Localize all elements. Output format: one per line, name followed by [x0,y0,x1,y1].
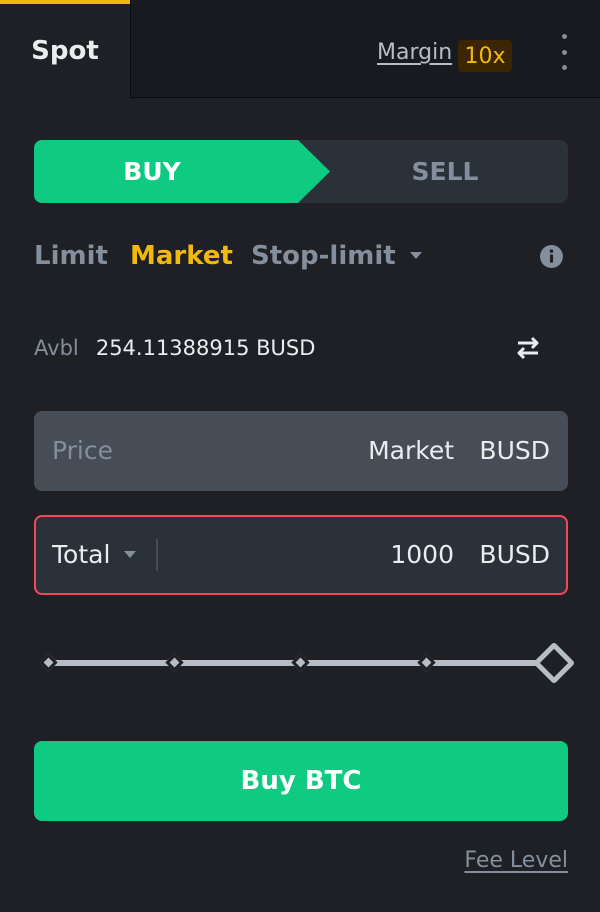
price-value: Market [368,436,454,465]
order-type-stop-limit[interactable]: Stop-limit [251,236,422,276]
price-field: Price Market BUSD [34,411,568,491]
fee-level-link[interactable]: Fee Level [464,848,568,873]
tab-spot-label: Spot [31,36,99,66]
slider-mark-75[interactable] [417,653,436,672]
buy-sell-toggle: BUY SELL [34,140,568,203]
amount-percent-slider[interactable] [34,640,579,686]
total-unit: BUSD [479,540,550,569]
more-vertical-icon[interactable] [556,34,572,70]
trade-mode-tabs: Spot Margin 10x [0,0,600,98]
sell-tab[interactable]: SELL [330,140,568,203]
order-type-limit[interactable]: Limit [34,236,108,276]
transfer-arrows-icon[interactable] [514,334,542,362]
available-label: Avbl [34,336,79,360]
tab-margin-area [130,0,600,98]
caret-down-icon [409,251,422,259]
spot-order-panel: Spot Margin 10x BUY SELL Limit Market St… [0,0,600,912]
leverage-badge[interactable]: 10x [458,40,512,72]
caret-down-icon [124,551,137,558]
order-type-tabs: Limit Market Stop-limit [34,236,568,276]
sell-tab-label: SELL [411,157,479,186]
order-type-market[interactable]: Market [130,236,233,276]
total-field: Total 1000 BUSD [34,515,568,595]
buy-tab-label: BUY [123,157,181,186]
field-divider [156,539,158,571]
buy-tab[interactable]: BUY [34,140,330,203]
slider-mark-0[interactable] [39,653,58,672]
tab-spot[interactable]: Spot [0,0,130,98]
total-input[interactable]: 1000 [390,517,454,593]
buy-btc-button[interactable]: Buy BTC [34,741,568,821]
tab-margin[interactable]: Margin [377,40,452,65]
available-balance-row: Avbl 254.11388915 BUSD [34,332,568,364]
price-label: Price [52,436,113,465]
order-type-stop-limit-label: Stop-limit [251,241,396,271]
price-unit: BUSD [479,436,550,465]
slider-mark-25[interactable] [165,653,184,672]
total-type-label: Total [52,540,111,569]
slider-handle[interactable] [532,641,576,685]
total-type-select[interactable]: Total [52,517,137,593]
slider-mark-50[interactable] [291,653,310,672]
info-icon[interactable] [539,244,564,269]
available-value: 254.11388915 BUSD [95,336,316,360]
